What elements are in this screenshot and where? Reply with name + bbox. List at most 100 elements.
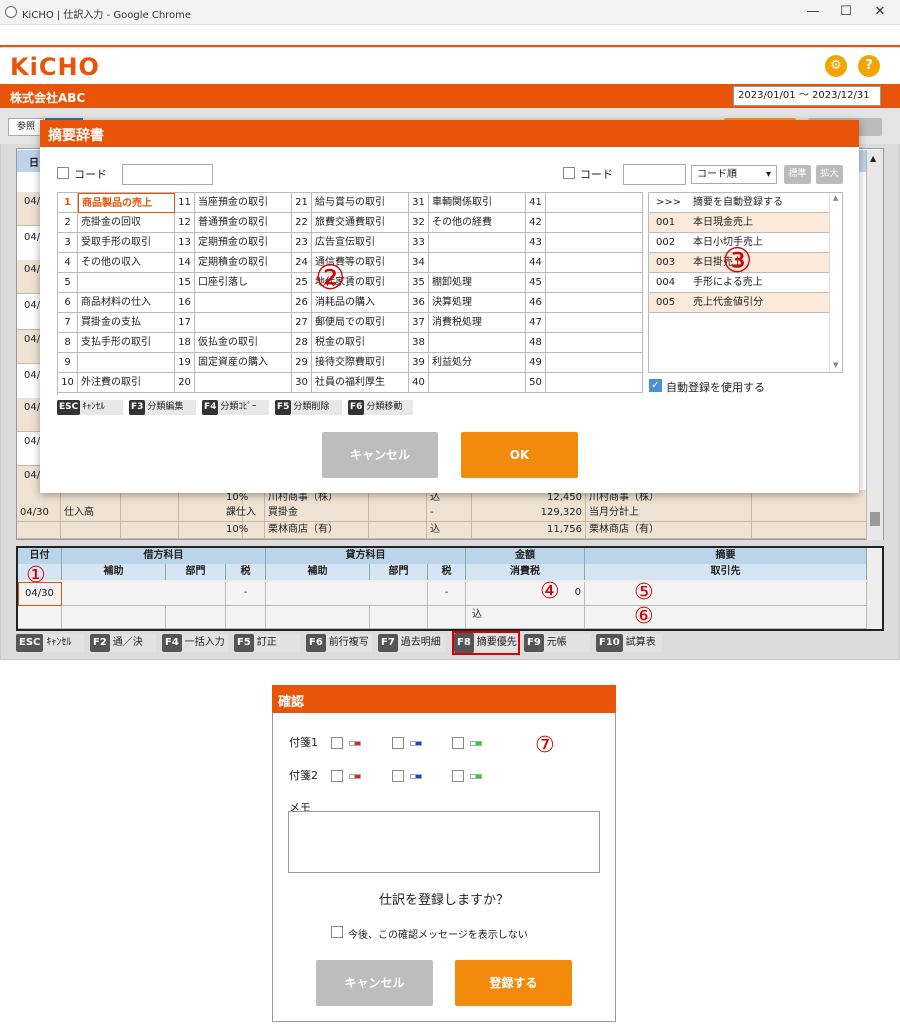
category-item[interactable] <box>546 373 643 393</box>
summary-list-item[interactable]: >>> 摘要を自動登録する <box>649 193 829 213</box>
register-button[interactable]: 登録する <box>455 960 572 1006</box>
category-item[interactable]: 商品製品の売上 <box>78 193 175 213</box>
category-number[interactable]: 19 <box>175 353 195 373</box>
dialog-fkey-esc[interactable]: ESC ｷｬﾝｾﾙ <box>57 400 123 415</box>
summary-list-scrollbar[interactable]: ▲ ▼ <box>829 193 842 372</box>
category-item[interactable]: 消費税処理 <box>429 313 526 333</box>
fkey-esc[interactable]: ESC ｷｬﾝｾﾙ <box>16 634 84 652</box>
ok-button[interactable]: OK <box>461 432 578 478</box>
summary-list-item[interactable]: 005 売上代金値引分 <box>649 293 829 313</box>
sort-select[interactable]: コード順 ▾ <box>691 165 777 184</box>
help-icon[interactable]: ? <box>858 55 880 77</box>
fkey-f5[interactable]: F5 訂正 <box>234 634 300 652</box>
category-item[interactable]: その他の経費 <box>429 213 526 233</box>
category-item[interactable]: 棚卸処理 <box>429 273 526 293</box>
code-checkbox-2[interactable] <box>563 167 575 182</box>
reference-button[interactable]: 参照 <box>8 118 44 136</box>
fkey-f2[interactable]: F2 通／決 <box>90 634 156 652</box>
fkey-f6[interactable]: F6 前行複写 <box>306 634 372 652</box>
category-number[interactable]: 49 <box>526 353 546 373</box>
journal-row[interactable]: 04/30 仕入高 課仕入 買掛金 -129,320 当月分計上 <box>17 505 866 522</box>
scroll-down-icon[interactable]: ▼ <box>833 361 838 369</box>
entry-debit-field[interactable] <box>62 582 226 606</box>
category-number[interactable]: 36 <box>409 293 429 313</box>
category-number[interactable]: 25 <box>292 273 312 293</box>
category-number[interactable]: 23 <box>292 233 312 253</box>
category-number[interactable]: 45 <box>526 273 546 293</box>
category-item[interactable]: 買掛金の支払 <box>78 313 175 333</box>
category-item[interactable]: 郵便局での取引 <box>312 313 409 333</box>
entry-amount-field[interactable]: 0 <box>466 582 585 606</box>
fkey-f8[interactable]: F8 摘要優先 <box>452 631 520 655</box>
category-number[interactable]: 7 <box>58 313 78 333</box>
close-button[interactable]: ✕ <box>872 4 888 20</box>
category-number[interactable]: 11 <box>175 193 195 213</box>
summary-list-item[interactable]: 001 本日現金売上 <box>649 213 829 233</box>
category-number[interactable]: 42 <box>526 213 546 233</box>
category-item[interactable]: 当座預金の取引 <box>195 193 292 213</box>
dialog-fkey-f3[interactable]: F3 分類編集 <box>129 400 196 415</box>
category-item[interactable] <box>546 333 643 353</box>
dialog-fkey-f5[interactable]: F5 分類削除 <box>275 400 342 415</box>
category-number[interactable]: 40 <box>409 373 429 393</box>
category-number[interactable]: 43 <box>526 233 546 253</box>
journal-row[interactable]: 10% 栗林商店（有）込 11,756 栗林商店（有） <box>17 522 866 539</box>
category-number[interactable]: 48 <box>526 333 546 353</box>
category-item[interactable] <box>429 233 526 253</box>
category-number[interactable]: 44 <box>526 253 546 273</box>
entry-sub1-field[interactable] <box>62 606 166 629</box>
confirm-cancel-button[interactable]: キャンセル <box>316 960 433 1006</box>
category-number[interactable]: 31 <box>409 193 429 213</box>
category-item[interactable]: 普通預金の取引 <box>195 213 292 233</box>
sticky-tag-checkbox[interactable] <box>331 737 343 749</box>
category-number[interactable]: 32 <box>409 213 429 233</box>
category-item[interactable] <box>195 373 292 393</box>
category-item[interactable]: 決算処理 <box>429 293 526 313</box>
minimize-button[interactable]: — <box>805 4 821 20</box>
sticky-tag-checkbox[interactable] <box>392 770 404 782</box>
entry-partner-field[interactable] <box>585 606 867 629</box>
category-item[interactable]: 売掛金の回収 <box>78 213 175 233</box>
fkey-f10[interactable]: F10 試算表 <box>596 634 662 652</box>
dont-show-checkbox[interactable] <box>331 926 343 941</box>
entry-dept2-field[interactable] <box>370 606 428 629</box>
category-item[interactable]: 外注費の取引 <box>78 373 175 393</box>
category-number[interactable]: 4 <box>58 253 78 273</box>
category-item[interactable] <box>546 253 643 273</box>
category-item[interactable] <box>78 353 175 373</box>
category-number[interactable]: 12 <box>175 213 195 233</box>
scroll-up-icon[interactable]: ▲ <box>870 154 876 163</box>
category-number[interactable]: 35 <box>409 273 429 293</box>
category-number[interactable]: 26 <box>292 293 312 313</box>
category-item[interactable] <box>546 313 643 333</box>
standard-button[interactable]: 標準 <box>784 165 811 184</box>
sticky-tag-checkbox[interactable] <box>392 737 404 749</box>
gear-icon[interactable]: ⚙ <box>825 55 847 77</box>
category-item[interactable]: 税金の取引 <box>312 333 409 353</box>
entry-memo-field[interactable] <box>585 582 867 606</box>
category-number[interactable]: 41 <box>526 193 546 213</box>
category-item[interactable]: 給与賞与の取引 <box>312 193 409 213</box>
fkey-f7[interactable]: F7 過去明細 <box>378 634 446 652</box>
entry-taxcode2-field[interactable] <box>428 606 466 629</box>
journal-scrollbar[interactable]: ▲ <box>866 150 883 540</box>
category-number[interactable]: 3 <box>58 233 78 253</box>
category-item[interactable] <box>546 213 643 233</box>
scroll-up-icon[interactable]: ▲ <box>833 194 838 202</box>
category-item[interactable] <box>546 293 643 313</box>
category-number[interactable]: 30 <box>292 373 312 393</box>
auto-register-checkbox[interactable]: ✓ <box>649 379 662 392</box>
dialog-fkey-f4[interactable]: F4 分類ｺﾋﾟｰ <box>202 400 269 415</box>
code-input-2[interactable] <box>623 164 686 185</box>
category-number[interactable]: 29 <box>292 353 312 373</box>
category-number[interactable]: 34 <box>409 253 429 273</box>
code-checkbox[interactable] <box>57 167 69 182</box>
category-number[interactable]: 1 <box>58 193 78 213</box>
category-item[interactable]: 受取手形の取引 <box>78 233 175 253</box>
category-item[interactable] <box>195 293 292 313</box>
category-item[interactable]: 仮払金の取引 <box>195 333 292 353</box>
category-item[interactable] <box>78 273 175 293</box>
category-item[interactable]: 支払手形の取引 <box>78 333 175 353</box>
entry-dept1-field[interactable] <box>166 606 226 629</box>
category-number[interactable]: 2 <box>58 213 78 233</box>
